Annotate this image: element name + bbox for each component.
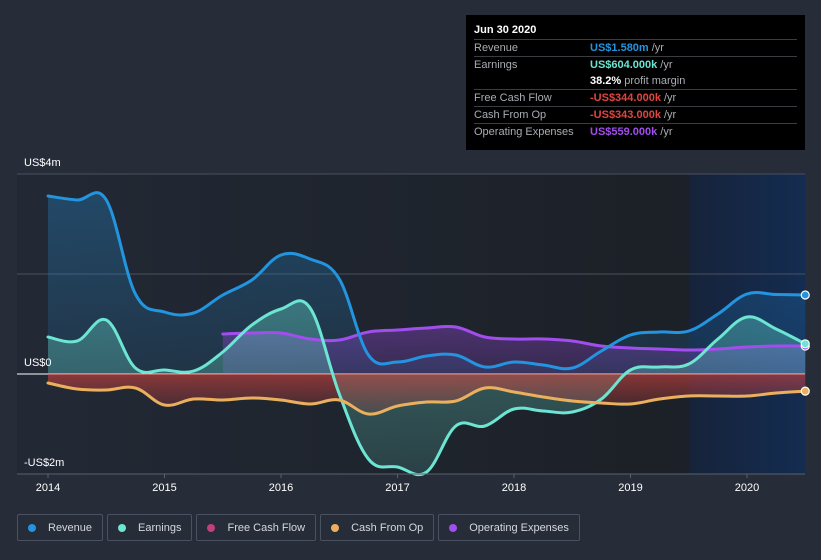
tooltip-value: 38.2%	[590, 75, 622, 87]
tooltip-unit: /yr	[651, 42, 664, 54]
chart-legend: Revenue Earnings Free Cash Flow Cash Fro…	[17, 514, 580, 541]
tooltip-label: Free Cash Flow	[474, 92, 552, 104]
tooltip-value: US$604.000k	[590, 59, 658, 71]
tooltip-value: US$1.580m	[590, 42, 649, 54]
legend-item-cash-from-op[interactable]: Cash From Op	[320, 514, 435, 541]
data-tooltip: Jun 30 2020 Revenue US$1.580m /yr Earnin…	[466, 15, 805, 150]
x-tick-label: 2018	[502, 482, 526, 494]
tooltip-value: US$559.000k	[590, 126, 658, 138]
y-tick-label: US$0	[24, 357, 52, 369]
legend-label: Earnings	[138, 521, 182, 534]
x-tick-label: 2016	[269, 482, 293, 494]
legend-label: Revenue	[48, 521, 93, 534]
tooltip-label: Operating Expenses	[474, 126, 574, 138]
tooltip-unit: profit margin	[624, 75, 686, 87]
legend-dot-icon	[28, 523, 36, 532]
legend-label: Cash From Op	[351, 521, 424, 534]
cash-from-op-end-marker	[800, 386, 810, 396]
legend-label: Operating Expenses	[469, 521, 569, 534]
tooltip-unit: /yr	[663, 92, 677, 104]
revenue-end-marker	[800, 290, 810, 300]
tooltip-label	[474, 73, 590, 89]
tooltip-unit: /yr	[663, 109, 677, 121]
x-tick-label: 2019	[618, 482, 642, 494]
legend-item-free-cash-flow[interactable]: Free Cash Flow	[196, 514, 317, 541]
legend-dot-icon	[331, 523, 340, 532]
tooltip-row-earnings: Earnings US$604.000k /yr	[474, 57, 797, 73]
x-tick-label: 2015	[152, 482, 176, 494]
tooltip-row-free-cash-flow: Free Cash Flow -US$344.000k /yr	[474, 90, 797, 107]
tooltip-value: -US$344.000k	[590, 92, 661, 104]
y-tick-label: -US$2m	[24, 457, 64, 469]
tooltip-label: Earnings	[474, 59, 518, 71]
tooltip-unit: /yr	[660, 59, 673, 71]
tooltip-value: -US$343.000k	[590, 109, 661, 121]
legend-dot-icon	[207, 523, 216, 532]
tooltip-row-profit-margin: 38.2% profit margin	[474, 73, 797, 90]
earnings-end-marker	[800, 339, 810, 349]
x-tick-label: 2020	[735, 482, 759, 494]
y-tick-label: US$4m	[24, 157, 61, 169]
legend-item-earnings[interactable]: Earnings	[107, 514, 193, 541]
tooltip-unit: /yr	[660, 126, 673, 138]
legend-dot-icon	[118, 523, 127, 532]
x-tick-label: 2017	[385, 482, 409, 494]
tooltip-row-operating-expenses: Operating Expenses US$559.000k /yr	[474, 124, 797, 140]
legend-item-revenue[interactable]: Revenue	[17, 514, 104, 541]
x-tick-label: 2014	[36, 482, 60, 494]
tooltip-label: Cash From Op	[474, 109, 547, 121]
tooltip-row-revenue: Revenue US$1.580m /yr	[474, 40, 797, 57]
legend-label: Free Cash Flow	[227, 521, 306, 534]
tooltip-date: Jun 30 2020	[474, 21, 797, 40]
legend-item-operating-expenses[interactable]: Operating Expenses	[438, 514, 580, 541]
legend-dot-icon	[449, 523, 458, 532]
tooltip-row-cash-from-op: Cash From Op -US$343.000k /yr	[474, 107, 797, 124]
tooltip-label: Revenue	[474, 42, 519, 54]
